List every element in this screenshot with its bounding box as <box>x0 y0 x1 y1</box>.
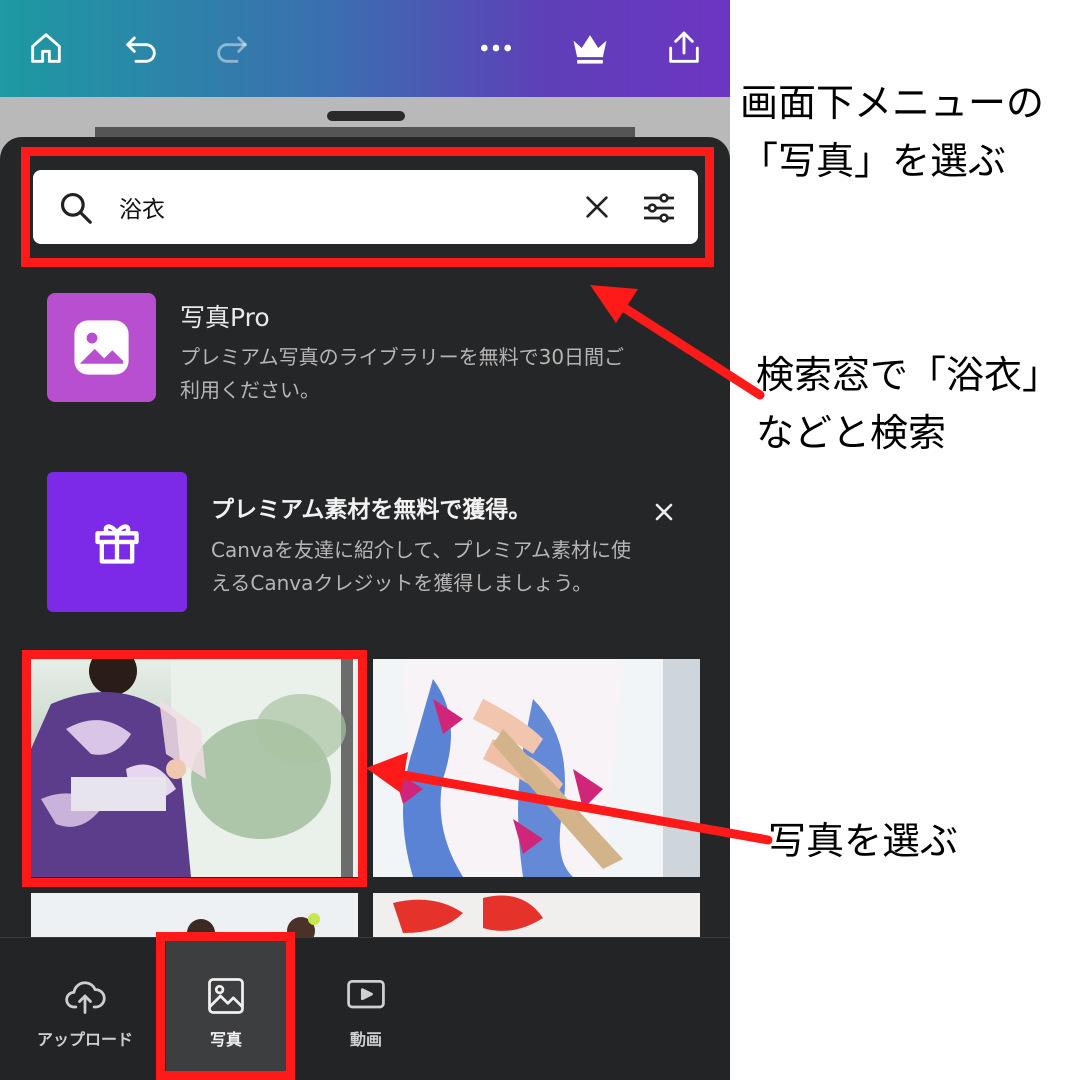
arrow-to-photo <box>366 752 773 845</box>
annotation-2-line-1: 検索窓で「浴衣」 <box>756 353 1061 397</box>
annotation-search-yukata: 検索窓で「浴衣」 などと検索 <box>756 346 1060 462</box>
annotation-2-line-2: などと検索 <box>756 411 947 455</box>
annotation-choose-photos-tab: 画面下メニューの 「写真」を選ぶ <box>740 74 1044 190</box>
annotation-1-line-1: 画面下メニューの <box>740 81 1045 125</box>
annotation-1-line-2: 「写真」を選ぶ <box>740 139 1007 183</box>
arrow-to-search <box>590 285 765 400</box>
annotation-choose-photo: 写真を選ぶ <box>768 819 959 863</box>
